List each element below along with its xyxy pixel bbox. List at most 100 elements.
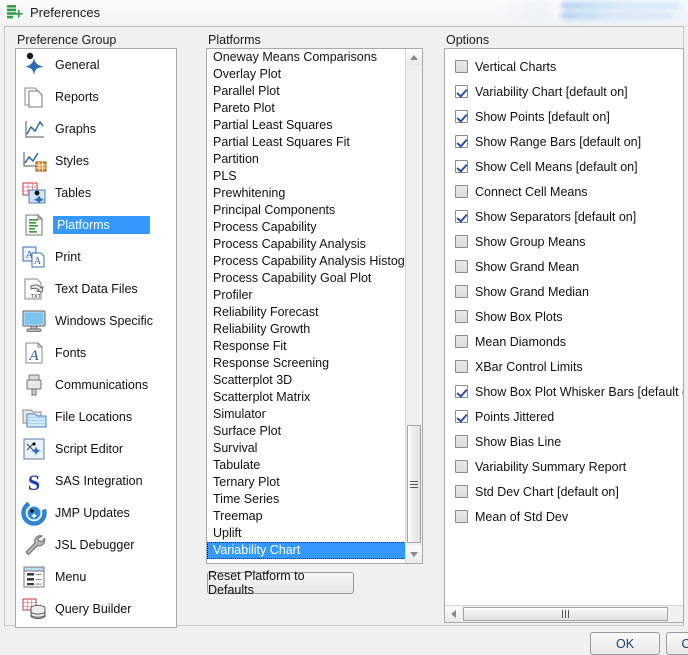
checkbox-unchecked-icon[interactable] bbox=[455, 285, 468, 298]
platform-list-item[interactable]: Reliability Forecast bbox=[207, 304, 406, 321]
platform-list-item[interactable]: Reliability Growth bbox=[207, 321, 406, 338]
checkbox-checked-icon[interactable] bbox=[455, 85, 468, 98]
checkbox-unchecked-icon[interactable] bbox=[455, 335, 468, 348]
sidebar-item-print[interactable]: A A Print bbox=[16, 241, 176, 273]
platform-list-item[interactable]: Time Series bbox=[207, 491, 406, 508]
platform-list-item[interactable]: Response Fit bbox=[207, 338, 406, 355]
platform-list-item[interactable]: Scatterplot Matrix bbox=[207, 389, 406, 406]
option-row[interactable]: Variability Chart [default on] bbox=[445, 79, 683, 104]
option-row[interactable]: Show Bias Line bbox=[445, 429, 683, 454]
sidebar-item-script-editor[interactable]: Script Editor bbox=[16, 433, 176, 465]
checkbox-unchecked-icon[interactable] bbox=[455, 235, 468, 248]
checkbox-unchecked-icon[interactable] bbox=[455, 185, 468, 198]
checkbox-unchecked-icon[interactable] bbox=[455, 260, 468, 273]
scroll-up-arrow-icon[interactable] bbox=[406, 49, 422, 66]
option-row[interactable]: Connect Cell Means bbox=[445, 179, 683, 204]
platform-list-item[interactable]: Profiler bbox=[207, 287, 406, 304]
platform-list-item[interactable]: Oneway Means Comparisons bbox=[207, 49, 406, 66]
platforms-scroll-thumb[interactable] bbox=[407, 425, 421, 543]
option-row[interactable]: Show Box Plot Whisker Bars [default on] bbox=[445, 379, 683, 404]
scroll-left-arrow-icon[interactable] bbox=[445, 606, 461, 622]
platform-list-item[interactable]: Pareto Plot bbox=[207, 100, 406, 117]
option-row[interactable]: Show Range Bars [default on] bbox=[445, 129, 683, 154]
sidebar-item-sas-integration[interactable]: S SAS Integration bbox=[16, 465, 176, 497]
sidebar-item-styles[interactable]: Styles bbox=[16, 145, 176, 177]
options-hscroll-thumb[interactable] bbox=[463, 607, 668, 621]
platform-list-item[interactable]: Ternary Plot bbox=[207, 474, 406, 491]
checkbox-checked-icon[interactable] bbox=[455, 410, 468, 423]
sidebar-item-communications[interactable]: Communications bbox=[16, 369, 176, 401]
platforms-list-box[interactable]: Oneway Means Comparisons Overlay Plot Para… bbox=[206, 48, 423, 564]
platform-list-item[interactable]: Simulator bbox=[207, 406, 406, 423]
sidebar-item-platforms[interactable]: Platforms bbox=[16, 209, 176, 241]
sidebar-item-file-locations[interactable]: File Locations bbox=[16, 401, 176, 433]
platform-list-item[interactable]: Tabulate bbox=[207, 457, 406, 474]
option-row[interactable]: Show Box Plots bbox=[445, 304, 683, 329]
platform-list-item[interactable]: Overlay Plot bbox=[207, 66, 406, 83]
checkbox-unchecked-icon[interactable] bbox=[455, 435, 468, 448]
option-row[interactable]: Mean Diamonds bbox=[445, 329, 683, 354]
platform-list-item[interactable]: Uplift bbox=[207, 525, 406, 542]
option-row[interactable]: Show Separators [default on] bbox=[445, 204, 683, 229]
platform-list-item[interactable]: Treemap bbox=[207, 508, 406, 525]
ok-button[interactable]: OK bbox=[590, 632, 660, 655]
platforms-vertical-scrollbar[interactable] bbox=[405, 49, 422, 563]
reset-platform-to-defaults-button[interactable]: Reset Platform to Defaults bbox=[207, 569, 354, 597]
checkbox-checked-icon[interactable] bbox=[455, 135, 468, 148]
checkbox-checked-icon[interactable] bbox=[455, 385, 468, 398]
platform-list-item[interactable]: Partial Least Squares Fit bbox=[207, 134, 406, 151]
checkbox-unchecked-icon[interactable] bbox=[455, 310, 468, 323]
scroll-down-arrow-icon[interactable] bbox=[406, 546, 422, 563]
option-row[interactable]: Vertical Charts bbox=[445, 54, 683, 79]
checkbox-unchecked-icon[interactable] bbox=[455, 510, 468, 523]
platform-list-item[interactable]: Response Screening bbox=[207, 355, 406, 372]
option-row[interactable]: Show Group Means bbox=[445, 229, 683, 254]
sidebar-item-fonts[interactable]: A Fonts bbox=[16, 337, 176, 369]
sidebar-item-general[interactable]: General bbox=[16, 49, 176, 81]
checkbox-unchecked-icon[interactable] bbox=[455, 460, 468, 473]
option-row[interactable]: Show Grand Mean bbox=[445, 254, 683, 279]
platform-list-item[interactable]: Partial Least Squares bbox=[207, 117, 406, 134]
sidebar-item-windows-specific[interactable]: Windows Specific bbox=[16, 305, 176, 337]
checkbox-unchecked-icon[interactable] bbox=[455, 360, 468, 373]
platform-list-item[interactable]: Survival bbox=[207, 440, 406, 457]
platform-list-item[interactable]: Scatterplot 3D bbox=[207, 372, 406, 389]
platform-list-item[interactable]: Process Capability bbox=[207, 219, 406, 236]
platform-list-item[interactable]: Variability Chart bbox=[207, 542, 406, 559]
option-row[interactable]: Mean of Std Dev bbox=[445, 504, 683, 529]
sidebar-item-text-data-files[interactable]: .TXT Text Data Files bbox=[16, 273, 176, 305]
option-row[interactable]: Show Cell Means [default on] bbox=[445, 154, 683, 179]
checkbox-unchecked-icon[interactable] bbox=[455, 60, 468, 73]
sidebar-item-query-builder[interactable]: Query Builder bbox=[16, 593, 176, 625]
option-row[interactable]: Points Jittered bbox=[445, 404, 683, 429]
platform-list-item[interactable]: Process Capability Goal Plot bbox=[207, 270, 406, 287]
sidebar-item-jsl-debugger[interactable]: JSL Debugger bbox=[16, 529, 176, 561]
options-panel[interactable]: Vertical Charts Variability Chart [defaul… bbox=[444, 48, 684, 623]
checkbox-unchecked-icon[interactable] bbox=[455, 485, 468, 498]
platform-list-item[interactable]: Process Capability Analysis bbox=[207, 236, 406, 253]
platform-list-item[interactable]: Surface Plot bbox=[207, 423, 406, 440]
sidebar-item-graphs[interactable]: Graphs bbox=[16, 113, 176, 145]
option-row[interactable]: Show Grand Median bbox=[445, 279, 683, 304]
option-row[interactable]: Show Points [default on] bbox=[445, 104, 683, 129]
platform-list-item[interactable]: PLS bbox=[207, 168, 406, 185]
platform-list-item[interactable]: Principal Components bbox=[207, 202, 406, 219]
sidebar-item-jmp-updates[interactable]: JMP Updates bbox=[16, 497, 176, 529]
checkbox-checked-icon[interactable] bbox=[455, 160, 468, 173]
sidebar-item-menu[interactable]: Menu bbox=[16, 561, 176, 593]
platform-list-item[interactable]: Parallel Plot bbox=[207, 83, 406, 100]
platform-list-item[interactable]: Partition bbox=[207, 151, 406, 168]
option-row[interactable]: Variability Summary Report bbox=[445, 454, 683, 479]
platform-list-item[interactable]: Prewhitening bbox=[207, 185, 406, 202]
options-horizontal-scrollbar[interactable] bbox=[445, 605, 683, 622]
options-list[interactable]: Vertical Charts Variability Chart [defaul… bbox=[445, 49, 683, 605]
platform-list-item[interactable]: Process Capability Analysis Histogram bbox=[207, 253, 406, 270]
option-row[interactable]: XBar Control Limits bbox=[445, 354, 683, 379]
option-row[interactable]: Std Dev Chart [default on] bbox=[445, 479, 683, 504]
checkbox-checked-icon[interactable] bbox=[455, 110, 468, 123]
sidebar-item-reports[interactable]: Reports bbox=[16, 81, 176, 113]
cancel-button[interactable]: Cancel bbox=[666, 632, 688, 655]
preference-group-list[interactable]: General Reports Graphs Styles Tables Platform… bbox=[15, 48, 177, 628]
checkbox-checked-icon[interactable] bbox=[455, 210, 468, 223]
sidebar-item-tables[interactable]: Tables bbox=[16, 177, 176, 209]
